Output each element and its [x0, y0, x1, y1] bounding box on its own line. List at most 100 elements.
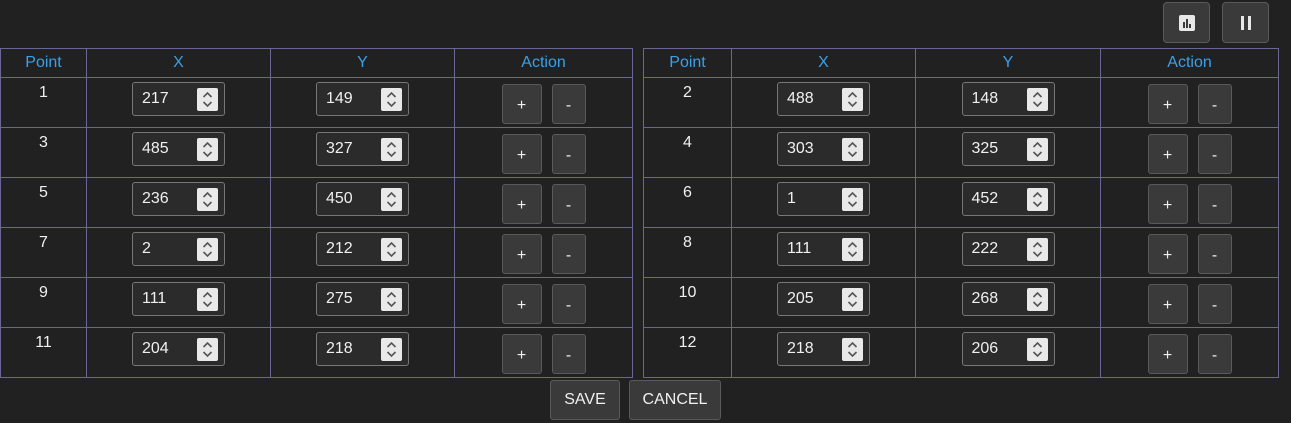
spinner-icon[interactable]: [197, 137, 218, 161]
table-row: 12 218 206 + -: [643, 327, 1279, 378]
add-point-button[interactable]: +: [1147, 334, 1188, 374]
spinner-icon[interactable]: [1026, 287, 1048, 311]
x-number-input[interactable]: 488: [777, 82, 870, 116]
y-number-input[interactable]: 206: [961, 332, 1055, 366]
point-number: 10: [643, 277, 732, 328]
y-value: 212: [326, 240, 353, 257]
add-point-button[interactable]: +: [1147, 84, 1188, 124]
x-value: 111: [142, 290, 167, 307]
spinner-icon[interactable]: [197, 287, 218, 311]
y-value: 222: [971, 240, 999, 257]
y-number-input[interactable]: 268: [961, 282, 1055, 316]
y-number-input[interactable]: 327: [316, 132, 409, 166]
spinner-icon[interactable]: [1026, 337, 1048, 361]
remove-point-button[interactable]: -: [551, 184, 586, 224]
x-number-input[interactable]: 205: [777, 282, 870, 316]
y-value: 149: [326, 90, 353, 107]
spinner-icon[interactable]: [381, 137, 402, 161]
spinner-icon[interactable]: [197, 337, 218, 361]
add-point-button[interactable]: +: [501, 84, 542, 124]
x-number-input[interactable]: 218: [777, 332, 870, 366]
point-number: 6: [643, 177, 732, 228]
pause-button[interactable]: [1222, 2, 1269, 43]
remove-point-button[interactable]: -: [1197, 284, 1232, 324]
remove-point-button[interactable]: -: [551, 284, 586, 324]
x-number-input[interactable]: 236: [132, 182, 225, 216]
x-value: 488: [787, 90, 814, 107]
spinner-icon[interactable]: [842, 187, 863, 211]
add-point-button[interactable]: +: [501, 134, 542, 174]
point-number: 11: [0, 327, 87, 378]
x-value: 204: [142, 340, 169, 357]
spinner-icon[interactable]: [842, 87, 863, 111]
column-header-x: X: [86, 48, 271, 78]
chart-button[interactable]: [1163, 2, 1210, 43]
add-point-button[interactable]: +: [501, 334, 542, 374]
y-number-input[interactable]: 148: [961, 82, 1055, 116]
y-number-input[interactable]: 275: [316, 282, 409, 316]
y-number-input[interactable]: 218: [316, 332, 409, 366]
remove-point-button[interactable]: -: [1197, 234, 1232, 274]
x-number-input[interactable]: 2: [132, 232, 225, 266]
remove-point-button[interactable]: -: [551, 234, 586, 274]
y-number-input[interactable]: 212: [316, 232, 409, 266]
spinner-icon[interactable]: [197, 187, 218, 211]
x-number-input[interactable]: 111: [132, 282, 225, 316]
y-value: 206: [971, 340, 999, 357]
save-button[interactable]: SAVE: [550, 380, 620, 420]
add-point-button[interactable]: +: [501, 184, 542, 224]
bar-chart-icon: [1178, 14, 1195, 31]
remove-point-button[interactable]: -: [551, 334, 586, 374]
y-value: 268: [971, 290, 999, 307]
spinner-icon[interactable]: [381, 337, 402, 361]
spinner-icon[interactable]: [381, 237, 402, 261]
x-value: 2: [142, 240, 151, 257]
x-number-input[interactable]: 217: [132, 82, 225, 116]
y-number-input[interactable]: 149: [316, 82, 409, 116]
spinner-icon[interactable]: [381, 87, 402, 111]
remove-point-button[interactable]: -: [1197, 184, 1232, 224]
remove-point-button[interactable]: -: [1197, 334, 1232, 374]
x-number-input[interactable]: 485: [132, 132, 225, 166]
add-point-button[interactable]: +: [1147, 234, 1188, 274]
y-number-input[interactable]: 452: [961, 182, 1055, 216]
x-number-input[interactable]: 1: [777, 182, 870, 216]
remove-point-button[interactable]: -: [551, 84, 586, 124]
spinner-icon[interactable]: [842, 237, 863, 261]
x-number-input[interactable]: 303: [777, 132, 870, 166]
y-number-input[interactable]: 325: [961, 132, 1055, 166]
spinner-icon[interactable]: [197, 87, 218, 111]
remove-point-button[interactable]: -: [551, 134, 586, 174]
column-header-y: Y: [270, 48, 455, 78]
add-point-button[interactable]: +: [1147, 134, 1188, 174]
spinner-icon[interactable]: [842, 137, 863, 161]
table-row: 2 488 148 + -: [643, 77, 1279, 128]
points-editor: Point X Y Action 1 217 149 + - 3 485 327…: [0, 0, 1291, 423]
spinner-icon[interactable]: [842, 337, 863, 361]
x-number-input[interactable]: 111: [777, 232, 870, 266]
cancel-button[interactable]: CANCEL: [629, 380, 721, 420]
table-row: 8 111 222 + -: [643, 227, 1279, 278]
spinner-icon[interactable]: [1026, 137, 1048, 161]
add-point-button[interactable]: +: [501, 284, 542, 324]
spinner-icon[interactable]: [1026, 87, 1048, 111]
spinner-icon[interactable]: [842, 287, 863, 311]
add-point-button[interactable]: +: [1147, 284, 1188, 324]
y-value: 275: [326, 290, 353, 307]
spinner-icon[interactable]: [197, 237, 218, 261]
spinner-icon[interactable]: [381, 287, 402, 311]
remove-point-button[interactable]: -: [1197, 134, 1232, 174]
add-point-button[interactable]: +: [501, 234, 542, 274]
spinner-icon[interactable]: [1026, 237, 1048, 261]
point-number: 1: [0, 77, 87, 128]
add-point-button[interactable]: +: [1147, 184, 1188, 224]
spinner-icon[interactable]: [381, 187, 402, 211]
x-number-input[interactable]: 204: [132, 332, 225, 366]
column-header-action: Action: [454, 48, 633, 78]
y-number-input[interactable]: 222: [961, 232, 1055, 266]
spinner-icon[interactable]: [1026, 187, 1048, 211]
y-value: 327: [326, 140, 353, 157]
x-value: 303: [787, 140, 814, 157]
remove-point-button[interactable]: -: [1197, 84, 1232, 124]
y-number-input[interactable]: 450: [316, 182, 409, 216]
